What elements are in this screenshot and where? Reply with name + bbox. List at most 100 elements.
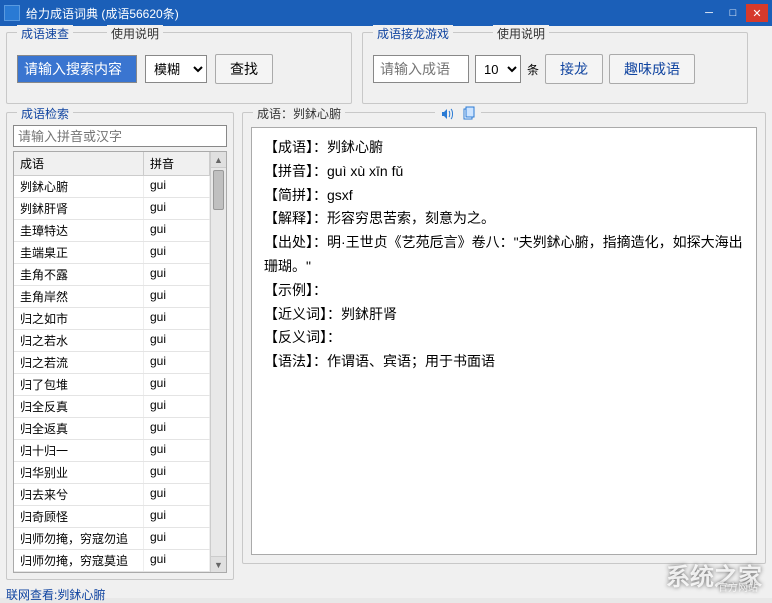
idiom-table-wrap: 成语 拼音 刿鉥心腑gui刿鉥肝肾gui圭璋特达gui圭端臬正gui圭角不露gu… bbox=[13, 151, 227, 573]
cell-pinyin: gui bbox=[144, 484, 210, 505]
cell-idiom: 圭璋特达 bbox=[14, 220, 144, 241]
online-lookup-link[interactable]: 联网查看:刿鉥心腑 bbox=[6, 586, 234, 603]
link-prefix: 联网查看: bbox=[6, 588, 57, 602]
cell-pinyin: gui bbox=[144, 352, 210, 373]
table-row[interactable]: 刿鉥心腑gui bbox=[14, 176, 210, 198]
cell-idiom: 归全反真 bbox=[14, 396, 144, 417]
cell-pinyin: gui bbox=[144, 242, 210, 263]
idiom-table: 成语 拼音 刿鉥心腑gui刿鉥肝肾gui圭璋特达gui圭端臬正gui圭角不露gu… bbox=[14, 152, 210, 572]
search-mode-select[interactable]: 模糊 bbox=[145, 55, 207, 83]
left-column: 成语检索 成语 拼音 刿鉥心腑gui刿鉥肝肾gui圭璋特达gui圭端臬正gui圭… bbox=[6, 112, 234, 564]
table-row[interactable]: 圭端臬正gui bbox=[14, 242, 210, 264]
sound-icon[interactable] bbox=[439, 106, 455, 122]
table-row[interactable]: 归去来兮gui bbox=[14, 484, 210, 506]
cell-pinyin: gui bbox=[144, 418, 210, 439]
cell-pinyin: gui bbox=[144, 396, 210, 417]
top-toolbar: 成语速查 使用说明 模糊 查找 成语接龙游戏 使用说明 10 条 接龙 趣味成语 bbox=[6, 32, 766, 104]
detail-body[interactable]: 【成语】：刿鉥心腑【拼音】：guì xù xīn fǔ【简拼】：gsxf【解释】… bbox=[251, 127, 757, 555]
cell-pinyin: gui bbox=[144, 286, 210, 307]
maximize-button[interactable]: □ bbox=[722, 4, 744, 22]
table-row[interactable]: 圭角不露gui bbox=[14, 264, 210, 286]
cell-idiom: 归师勿掩，穷寇莫追 bbox=[14, 550, 144, 571]
window-title: 给力成语词典 (成语56620条) bbox=[26, 5, 698, 22]
chain-game-help[interactable]: 使用说明 bbox=[493, 25, 549, 42]
col-pinyin[interactable]: 拼音 bbox=[144, 152, 210, 175]
find-button[interactable]: 查找 bbox=[215, 54, 273, 84]
cell-idiom: 归了包堆 bbox=[14, 374, 144, 395]
minimize-button[interactable]: ─ bbox=[698, 4, 720, 22]
cell-idiom: 刿鉥肝肾 bbox=[14, 198, 144, 219]
app-icon bbox=[4, 5, 20, 21]
cell-pinyin: gui bbox=[144, 506, 210, 527]
fun-idiom-button[interactable]: 趣味成语 bbox=[609, 54, 695, 84]
scroll-thumb[interactable] bbox=[213, 170, 224, 210]
window-controls: ─ □ ✕ bbox=[698, 4, 768, 22]
main-content: 成语检索 成语 拼音 刿鉥心腑gui刿鉥肝肾gui圭璋特达gui圭端臬正gui圭… bbox=[6, 112, 766, 564]
right-column: 成语：刿鉥心腑 【成语】：刿鉥心腑【拼音】：guì xù xīn fǔ【简拼】：… bbox=[242, 112, 766, 564]
detail-line: 【简拼】：gsxf bbox=[264, 184, 744, 208]
quick-search-help[interactable]: 使用说明 bbox=[107, 25, 163, 42]
table-row[interactable]: 归奇顾怪gui bbox=[14, 506, 210, 528]
cell-idiom: 归之若流 bbox=[14, 352, 144, 373]
cell-pinyin: gui bbox=[144, 308, 210, 329]
table-row[interactable]: 归之若水gui bbox=[14, 330, 210, 352]
table-row[interactable]: 归之如市gui bbox=[14, 308, 210, 330]
table-row[interactable]: 归十归一gui bbox=[14, 440, 210, 462]
search-input[interactable] bbox=[17, 55, 137, 83]
link-idiom: 刿鉥心腑 bbox=[57, 588, 105, 602]
index-search-input[interactable] bbox=[13, 125, 227, 147]
chain-game-group: 成语接龙游戏 使用说明 10 条 接龙 趣味成语 bbox=[362, 32, 748, 104]
cell-pinyin: gui bbox=[144, 220, 210, 241]
index-group: 成语检索 成语 拼音 刿鉥心腑gui刿鉥肝肾gui圭璋特达gui圭端臬正gui圭… bbox=[6, 112, 234, 580]
table-header: 成语 拼音 bbox=[14, 152, 210, 176]
detail-line: 【近义词】：刿鉥肝肾 bbox=[264, 303, 744, 327]
table-row[interactable]: 归全反真gui bbox=[14, 396, 210, 418]
table-row[interactable]: 归师勿掩，穷寇勿追gui bbox=[14, 528, 210, 550]
cell-pinyin: gui bbox=[144, 176, 210, 197]
cell-idiom: 归华别业 bbox=[14, 462, 144, 483]
chain-input[interactable] bbox=[373, 55, 469, 83]
detail-line: 【成语】：刿鉥心腑 bbox=[264, 136, 744, 160]
table-row[interactable]: 归了包堆gui bbox=[14, 374, 210, 396]
cell-idiom: 刿鉥心腑 bbox=[14, 176, 144, 197]
table-body: 刿鉥心腑gui刿鉥肝肾gui圭璋特达gui圭端臬正gui圭角不露gui圭角岸然g… bbox=[14, 176, 210, 572]
chain-unit-label: 条 bbox=[527, 61, 539, 78]
copy-icon[interactable] bbox=[461, 106, 477, 122]
close-button[interactable]: ✕ bbox=[746, 4, 768, 22]
app-body: 成语速查 使用说明 模糊 查找 成语接龙游戏 使用说明 10 条 接龙 趣味成语… bbox=[0, 26, 772, 598]
scroll-up-icon[interactable]: ▲ bbox=[211, 152, 226, 168]
table-row[interactable]: 圭角岸然gui bbox=[14, 286, 210, 308]
cell-idiom: 归之若水 bbox=[14, 330, 144, 351]
chain-count-select[interactable]: 10 bbox=[475, 55, 521, 83]
cell-pinyin: gui bbox=[144, 462, 210, 483]
table-row[interactable]: 归师勿掩，穷寇莫追gui bbox=[14, 550, 210, 572]
table-row[interactable]: 刿鉥肝肾gui bbox=[14, 198, 210, 220]
chain-go-button[interactable]: 接龙 bbox=[545, 54, 603, 84]
titlebar: 给力成语词典 (成语56620条) ─ □ ✕ bbox=[0, 0, 772, 26]
cell-idiom: 归奇顾怪 bbox=[14, 506, 144, 527]
cell-idiom: 归十归一 bbox=[14, 440, 144, 461]
detail-line: 【示例】： bbox=[264, 279, 744, 303]
table-row[interactable]: 归全返真gui bbox=[14, 418, 210, 440]
detail-line: 【出处】：明·王世贞《艺苑卮言》卷八："夫刿鉥心腑，指摘造化，如探大海出珊瑚。" bbox=[264, 231, 744, 279]
cell-pinyin: gui bbox=[144, 264, 210, 285]
scrollbar[interactable]: ▲ ▼ bbox=[210, 152, 226, 572]
cell-pinyin: gui bbox=[144, 528, 210, 549]
table-row[interactable]: 归华别业gui bbox=[14, 462, 210, 484]
detail-title: 成语：刿鉥心腑 bbox=[253, 105, 345, 122]
detail-line: 【反义词】： bbox=[264, 326, 744, 350]
cell-pinyin: gui bbox=[144, 330, 210, 351]
cell-idiom: 圭角不露 bbox=[14, 264, 144, 285]
detail-line: 【拼音】：guì xù xīn fǔ bbox=[264, 160, 744, 184]
col-idiom[interactable]: 成语 bbox=[14, 152, 144, 175]
table-row[interactable]: 归之若流gui bbox=[14, 352, 210, 374]
quick-search-title: 成语速查 bbox=[17, 25, 73, 42]
scroll-down-icon[interactable]: ▼ bbox=[211, 556, 226, 572]
cell-pinyin: gui bbox=[144, 198, 210, 219]
detail-line: 【语法】：作谓语、宾语；用于书面语 bbox=[264, 350, 744, 374]
cell-idiom: 圭端臬正 bbox=[14, 242, 144, 263]
cell-pinyin: gui bbox=[144, 440, 210, 461]
table-row[interactable]: 圭璋特达gui bbox=[14, 220, 210, 242]
cell-pinyin: gui bbox=[144, 550, 210, 571]
cell-idiom: 归去来兮 bbox=[14, 484, 144, 505]
